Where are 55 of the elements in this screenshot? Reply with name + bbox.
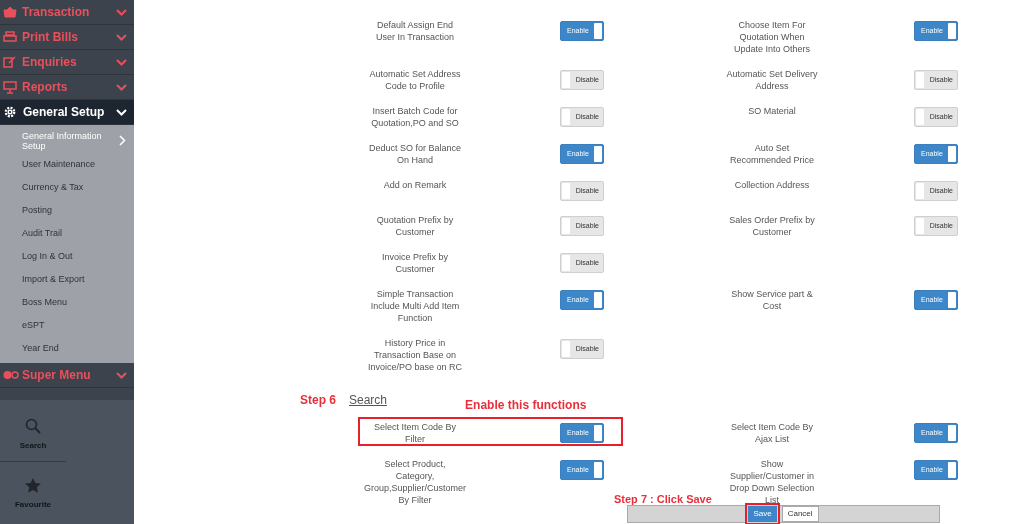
chevron-down-icon — [116, 58, 127, 66]
chevron-down-icon — [116, 33, 127, 41]
menu-item[interactable]: Transaction — [0, 0, 134, 25]
chevron-down-icon — [116, 108, 127, 116]
setting-label: Insert Batch Code for Quotation,PO and SO — [370, 105, 460, 129]
menu-item[interactable]: Enquiries — [0, 50, 134, 75]
submenu-item[interactable]: User Maintenance — [0, 152, 134, 175]
submenu-item[interactable]: Log In & Out — [0, 244, 134, 267]
chevron-down-icon — [116, 371, 127, 379]
setting-label: SO Material — [747, 105, 797, 117]
setting-label: Select Product, Category, Group,Supplier/Customer By Filter — [362, 458, 467, 506]
setting-label: Choose Item For Quotation When Update Into Others — [732, 19, 811, 55]
basket-icon — [3, 6, 17, 18]
search-link[interactable]: Search — [349, 391, 388, 409]
setting-label: Simple Transaction Include Multi Add Item Function — [369, 288, 461, 324]
setting-label: Auto Set Recommended Price — [728, 142, 815, 166]
setting-label: Deduct SO for Balance On Hand — [367, 142, 463, 166]
star-icon — [25, 478, 41, 493]
setting-label: History Price in Transaction Base on Invoice/PO base on RC — [366, 337, 464, 373]
setting-label: Show Service part & Cost — [730, 288, 814, 312]
submenu-item[interactable]: eSPT — [0, 313, 134, 336]
cancel-button[interactable]: Cancel — [781, 506, 819, 522]
setting-label: Select Item Code By Filter — [372, 421, 457, 445]
setting-label: Default Assign End User In Transaction — [374, 19, 455, 43]
submenu-item[interactable]: Import & Export — [0, 267, 134, 290]
link-icon — [3, 370, 19, 380]
step-annotation: Step 6 — [300, 392, 336, 409]
chevron-down-icon — [116, 8, 127, 16]
submenu-item[interactable]: Posting — [0, 198, 134, 221]
setting-label: Sales Order Prefix by Customer — [728, 214, 816, 238]
setting-label: Add on Remark — [382, 179, 448, 191]
submenu-item[interactable]: Currency & Tax — [0, 175, 134, 198]
setting-label: Invoice Prefix by Customer — [381, 251, 449, 275]
save-button[interactable]: Save — [748, 506, 777, 522]
callout-annotation: Enable this functions — [465, 397, 587, 414]
chevron-down-icon — [116, 83, 127, 91]
settings-icon — [4, 106, 16, 118]
menu-item[interactable]: General Setup — [0, 100, 134, 125]
submenu-item[interactable]: Audit Trail — [0, 221, 134, 244]
setting-label: Quotation Prefix by Customer — [375, 214, 455, 238]
printer-icon — [3, 31, 17, 43]
step-annotation: Step 7 : Click Save — [614, 492, 712, 507]
setting-label: Automatic Set Delivery Address — [726, 68, 818, 92]
menu-item[interactable]: Print Bills — [0, 25, 134, 50]
submenu-item[interactable]: Boss Menu — [0, 290, 134, 313]
edit-icon — [3, 56, 17, 68]
chevron-right-icon — [119, 135, 126, 146]
search-icon — [25, 418, 41, 434]
presentation-icon — [3, 80, 17, 94]
setting-label: Collection Address — [733, 179, 811, 191]
menu-item[interactable]: Super Menu — [0, 363, 134, 388]
submenu-item[interactable]: Year End — [0, 336, 134, 359]
setting-label: Show Supplier/Customer in Drop Down Selection List — [728, 458, 816, 506]
setting-label: Select Item Code By Ajax List — [729, 421, 814, 445]
setting-label: Automatic Set Address Code to Profile — [368, 68, 462, 92]
